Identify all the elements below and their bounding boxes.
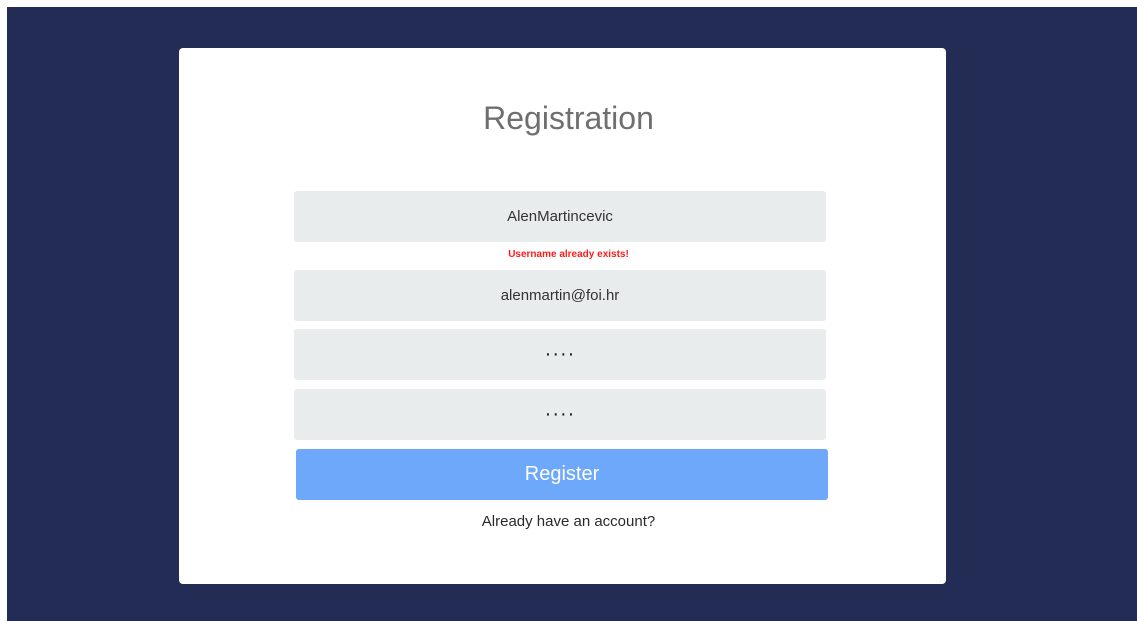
confirm-password-input[interactable] (294, 389, 826, 440)
username-input[interactable] (294, 191, 826, 242)
username-error-message: Username already exists! (508, 249, 629, 260)
page-title: Registration (483, 100, 654, 136)
email-input[interactable] (294, 270, 826, 321)
login-link[interactable]: Already have an account? (0, 513, 1137, 531)
register-button[interactable]: Register (296, 449, 828, 500)
password-input[interactable] (294, 329, 826, 380)
